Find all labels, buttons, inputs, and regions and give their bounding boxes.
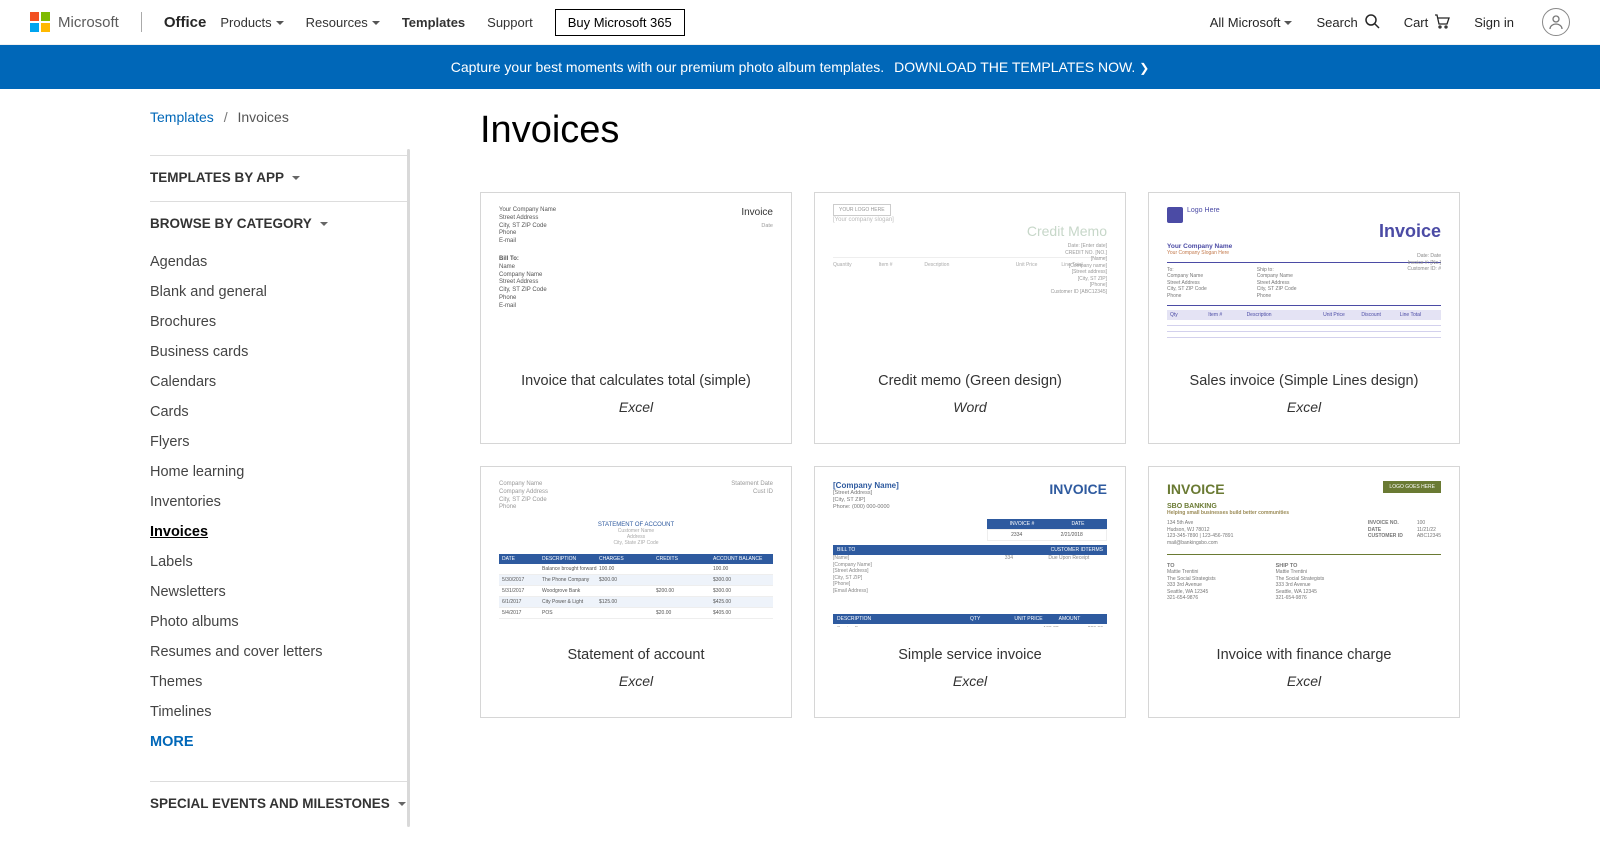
sidebar-category-item[interactable]: Themes: [150, 667, 410, 697]
search-label: Search: [1316, 15, 1357, 30]
promo-text: Capture your best moments with our premi…: [451, 59, 884, 75]
microsoft-brand: Microsoft: [58, 14, 119, 31]
cart-button[interactable]: Cart: [1404, 13, 1451, 32]
sidebar-category-item[interactable]: Brochures: [150, 307, 410, 337]
template-preview: [Company Name] INVOICE [Street Address][…: [815, 467, 1125, 627]
main-content: Invoices Invoice Date Your Company NameS…: [480, 109, 1460, 827]
template-app: Excel: [1149, 399, 1459, 443]
template-title: Credit memo (Green design): [815, 353, 1125, 399]
template-card[interactable]: INVOICE LOGO GOES HERE SBO BANKING Helpi…: [1148, 466, 1460, 718]
template-title: Sales invoice (Simple Lines design): [1149, 353, 1459, 399]
logo-placeholder-icon: [1167, 207, 1183, 223]
template-app: Excel: [815, 673, 1125, 717]
chevron-down-icon: [292, 170, 300, 185]
sidebar-category-item[interactable]: Timelines: [150, 697, 410, 727]
chevron-right-icon: ❯: [1139, 61, 1149, 75]
account-avatar[interactable]: [1542, 8, 1570, 36]
promo-banner: Capture your best moments with our premi…: [0, 45, 1600, 89]
breadcrumb: Templates / Invoices: [150, 109, 410, 125]
microsoft-logo-group[interactable]: Microsoft: [30, 12, 142, 32]
sidebar-category-item[interactable]: Photo albums: [150, 607, 410, 637]
top-nav: Microsoft Office Products Resources Temp…: [0, 0, 1600, 45]
template-card[interactable]: [Company Name] INVOICE [Street Address][…: [814, 466, 1126, 718]
sidebar-category-item[interactable]: Newsletters: [150, 577, 410, 607]
sidebar-category-item[interactable]: Inventories: [150, 487, 410, 517]
template-app: Excel: [481, 399, 791, 443]
sidebar-category-item[interactable]: Resumes and cover letters: [150, 637, 410, 667]
sidebar-category-item[interactable]: Labels: [150, 547, 410, 577]
template-card[interactable]: Logo Here Invoice Your Company Name Your…: [1148, 192, 1460, 444]
template-preview: INVOICE LOGO GOES HERE SBO BANKING Helpi…: [1149, 467, 1459, 627]
template-preview: Logo Here Invoice Your Company Name Your…: [1149, 193, 1459, 353]
sidebar-category-item[interactable]: Calendars: [150, 367, 410, 397]
sidebar: Templates / Invoices TEMPLATES BY APP BR…: [150, 109, 410, 827]
template-title: Statement of account: [481, 627, 791, 673]
secondary-nav: All Microsoft Search Cart Sign in: [1210, 8, 1570, 36]
breadcrumb-root[interactable]: Templates: [150, 109, 214, 125]
sidebar-category-item[interactable]: Home learning: [150, 457, 410, 487]
template-card[interactable]: Invoice Date Your Company NameStreet Add…: [480, 192, 792, 444]
sidebar-section-special-events[interactable]: SPECIAL EVENTS AND MILESTONES: [150, 781, 410, 811]
nav-templates[interactable]: Templates: [402, 15, 465, 30]
microsoft-logo-icon: [30, 12, 50, 32]
category-list: AgendasBlank and generalBrochuresBusines…: [150, 247, 410, 757]
nav-resources[interactable]: Resources: [306, 15, 380, 30]
page-title: Invoices: [480, 109, 1460, 152]
sidebar-category-item[interactable]: Blank and general: [150, 277, 410, 307]
sidebar-category-item[interactable]: Invoices: [150, 517, 410, 547]
template-app: Word: [815, 399, 1125, 443]
template-preview: Invoice Date Your Company NameStreet Add…: [481, 193, 791, 353]
nav-support[interactable]: Support: [487, 15, 533, 30]
template-preview: YOUR LOGO HERE Credit Memo [Your company…: [815, 193, 1125, 353]
template-title: Invoice that calculates total (simple): [481, 353, 791, 399]
template-cards-grid: Invoice Date Your Company NameStreet Add…: [480, 192, 1460, 718]
sidebar-section-templates-by-app[interactable]: TEMPLATES BY APP: [150, 155, 410, 185]
template-card[interactable]: Company NameCompany AddressCity, ST ZIP …: [480, 466, 792, 718]
buy-microsoft-365-button[interactable]: Buy Microsoft 365: [555, 9, 685, 36]
breadcrumb-separator: /: [224, 109, 228, 125]
sidebar-category-item[interactable]: Cards: [150, 397, 410, 427]
sidebar-section-browse-by-category[interactable]: BROWSE BY CATEGORY: [150, 201, 410, 231]
nav-all-microsoft[interactable]: All Microsoft: [1210, 15, 1293, 30]
breadcrumb-current: Invoices: [237, 109, 288, 125]
sidebar-category-item[interactable]: Agendas: [150, 247, 410, 277]
chevron-down-icon: [398, 796, 406, 811]
signin-link[interactable]: Sign in: [1474, 15, 1514, 30]
template-card[interactable]: YOUR LOGO HERE Credit Memo [Your company…: [814, 192, 1126, 444]
person-icon: [1548, 14, 1564, 30]
template-app: Excel: [1149, 673, 1459, 717]
office-brand[interactable]: Office: [164, 14, 207, 31]
template-title: Invoice with finance charge: [1149, 627, 1459, 673]
cart-label: Cart: [1404, 15, 1429, 30]
nav-products[interactable]: Products: [220, 15, 283, 30]
sidebar-category-item[interactable]: Flyers: [150, 427, 410, 457]
sidebar-category-item[interactable]: Business cards: [150, 337, 410, 367]
primary-nav: Products Resources Templates Support Buy…: [220, 9, 684, 36]
page-body: Templates / Invoices TEMPLATES BY APP BR…: [0, 89, 1600, 867]
promo-cta-link[interactable]: DOWNLOAD THE TEMPLATES NOW. ❯: [894, 59, 1149, 75]
chevron-down-icon: [320, 216, 328, 231]
sidebar-more-link[interactable]: MORE: [150, 727, 410, 757]
template-title: Simple service invoice: [815, 627, 1125, 673]
search-icon: [1364, 13, 1380, 32]
search-button[interactable]: Search: [1316, 13, 1379, 32]
template-preview: Company NameCompany AddressCity, ST ZIP …: [481, 467, 791, 627]
cart-icon: [1434, 13, 1450, 32]
template-app: Excel: [481, 673, 791, 717]
